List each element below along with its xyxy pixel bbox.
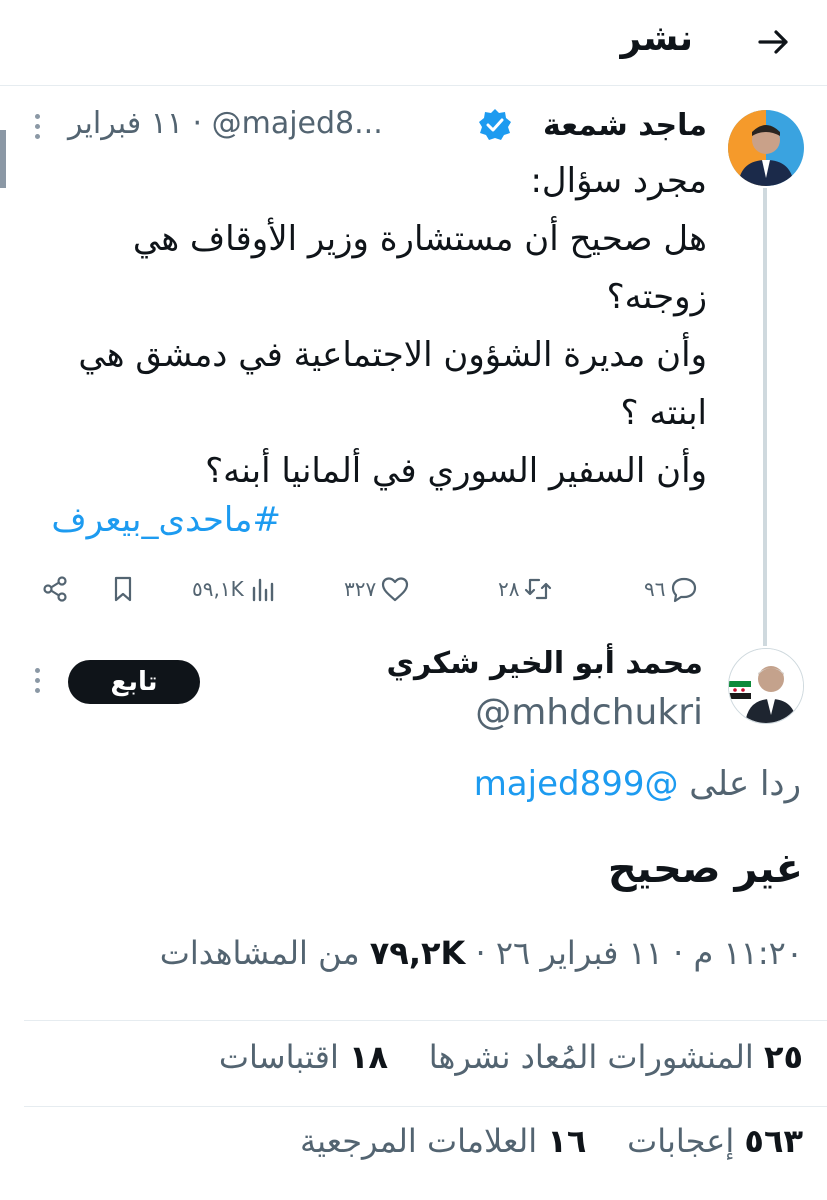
reply-to-prefix: ردا على (689, 764, 801, 804)
reply-text: غير صحيح (607, 846, 803, 892)
hashtag-link[interactable]: #ماحدى_بيعرف (51, 500, 281, 540)
bookmarks-label: العلامات المرجعية (299, 1122, 538, 1160)
author-name[interactable]: ماجد شمعة (543, 108, 707, 143)
post-actions: ٩٦ ٢٨ ٣٢٧ ٥٩,١K (0, 566, 827, 612)
bookmarks-stat-link[interactable]: ١٦ العلامات المرجعية (300, 1122, 586, 1160)
top-bar: نشر (0, 0, 827, 86)
bookmarks-total: ١٦ (547, 1122, 587, 1160)
follow-button[interactable]: تابع (68, 660, 200, 704)
reply-button[interactable]: ٩٦ (644, 566, 699, 612)
post-line: وأن السفير السوري في ألمانيا أبنه؟ (205, 451, 707, 491)
reposts-total: ٢٥ (763, 1038, 803, 1076)
repost-count: ٢٨ (498, 577, 520, 601)
arrow-right-icon (758, 30, 788, 54)
bookmark-icon (114, 576, 132, 602)
divider (24, 1106, 827, 1107)
bookmark-button[interactable] (108, 566, 138, 612)
share-button[interactable] (40, 566, 70, 612)
more-options-icon[interactable] (32, 114, 42, 142)
avatar-photo (729, 649, 803, 723)
quotes-stat-link[interactable]: ١٨ اقتباسات (219, 1038, 388, 1076)
post-time[interactable]: ١١ فبراير (68, 106, 183, 141)
reply-icon (672, 577, 697, 603)
like-count: ٣٢٧ (344, 577, 377, 601)
repost-icon (525, 578, 552, 600)
post-line: وأن مديرة الشؤون الاجتماعية في دمشق هي (78, 335, 707, 375)
post-line: مجرد سؤال: (530, 161, 707, 201)
views-count: ٥٩,١K (192, 577, 244, 601)
quotes-total: ١٨ (349, 1038, 389, 1076)
post-line: ابنته ؟ (620, 393, 707, 433)
verified-badge-icon (479, 109, 511, 140)
timestamp-line: ١١:٢٠ م · ١١ فبراير ٢٦ · ٧٩,٢K من المشاه… (160, 934, 803, 972)
scroll-indicator[interactable] (0, 130, 6, 188)
heart-icon (382, 577, 409, 602)
post-timestamp[interactable]: ١١:٢٠ م · ١١ فبراير ٢٦ · (465, 934, 803, 972)
analytics-icon (252, 578, 273, 602)
stats-row-likes: ٥٦٣ إعجابات ١٦ العلامات المرجعية (300, 1122, 803, 1160)
likes-total: ٥٦٣ (744, 1122, 803, 1160)
reply-to-line: ردا على @majed899 (474, 764, 801, 804)
post-meta: ١١ فبراير · @majed8... (68, 106, 383, 141)
likes-label: إعجابات (627, 1122, 735, 1160)
likes-stat-link[interactable]: ٥٦٣ إعجابات (627, 1122, 803, 1160)
repost-button[interactable]: ٢٨ (498, 566, 553, 612)
page-title: نشر (620, 18, 693, 59)
stats-row-reposts: ٢٥ المنشورات المُعاد نشرها ١٨ اقتباسات (219, 1038, 803, 1076)
reply-to-handle-link[interactable]: @majed899 (474, 764, 679, 804)
avatar-photo (728, 110, 804, 186)
post-text: مجرد سؤال: هل صحيح أن مستشارة وزير الأوق… (7, 152, 707, 500)
reposts-stat-link[interactable]: ٢٥ المنشورات المُعاد نشرها (429, 1038, 803, 1076)
divider (24, 1020, 827, 1021)
views-total: ٧٩,٢K (369, 934, 466, 972)
reposts-label: المنشورات المُعاد نشرها (428, 1038, 754, 1076)
avatar[interactable] (728, 110, 804, 186)
quotes-label: اقتباسات (218, 1038, 339, 1076)
author-handle[interactable]: @majed8... (212, 106, 383, 141)
avatar[interactable] (728, 648, 804, 724)
author-handle[interactable]: @mhdchukri (475, 692, 703, 733)
views-button[interactable]: ٥٩,١K (192, 566, 278, 612)
author-name[interactable]: محمد أبو الخير شكري (386, 646, 703, 681)
more-options-icon[interactable] (32, 668, 42, 696)
post-line: زوجته؟ (606, 277, 707, 317)
meta-separator: · (192, 106, 203, 141)
views-label: من المشاهدات (159, 934, 370, 972)
share-icon (43, 576, 67, 602)
like-button[interactable]: ٣٢٧ (344, 566, 410, 612)
post-line: هل صحيح أن مستشارة وزير الأوقاف هي (132, 219, 707, 259)
reply-count: ٩٦ (644, 577, 666, 601)
back-button[interactable] (752, 20, 796, 64)
